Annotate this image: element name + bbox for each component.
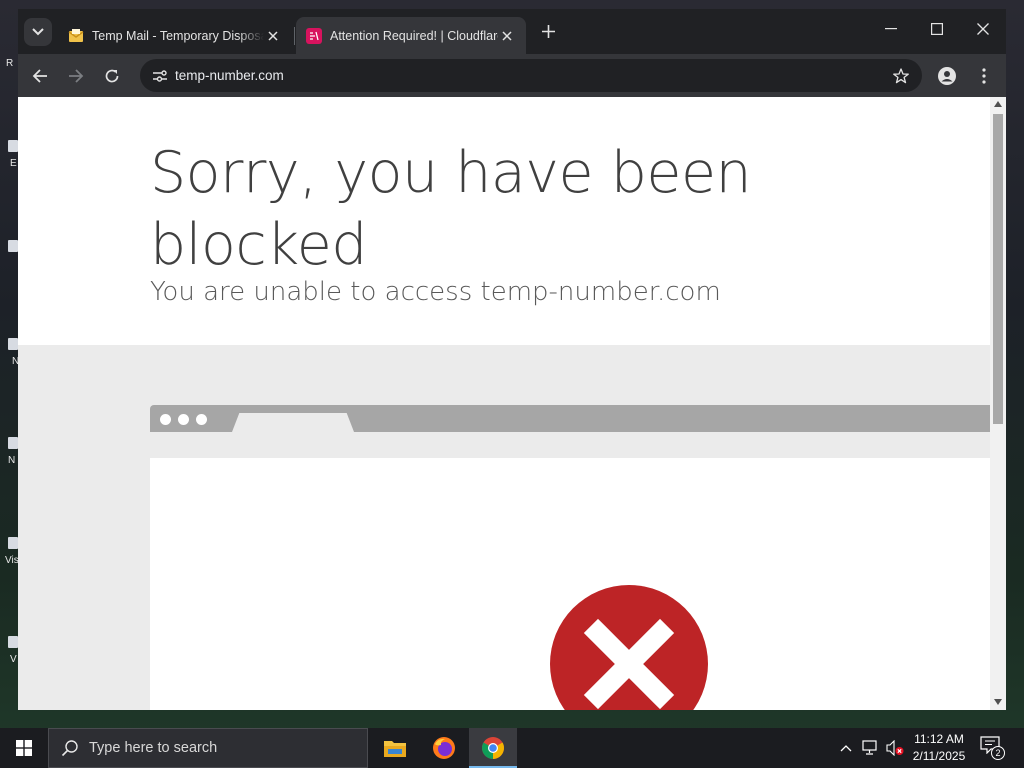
back-button[interactable] bbox=[25, 61, 55, 91]
chrome-button[interactable] bbox=[469, 728, 517, 768]
desktop-icon-label[interactable]: V bbox=[10, 654, 17, 665]
volume-muted-icon bbox=[886, 740, 904, 756]
bookmark-button[interactable] bbox=[890, 65, 912, 87]
menu-button[interactable] bbox=[969, 61, 999, 91]
url-text[interactable]: temp-number.com bbox=[175, 68, 284, 83]
tab-search-button[interactable] bbox=[24, 18, 52, 46]
chevron-up-icon bbox=[840, 745, 852, 752]
tab-strip: Temp Mail - Temporary Disposable Email A… bbox=[18, 9, 1006, 54]
notification-center-button[interactable]: 2 bbox=[980, 736, 1006, 760]
page-title-line: blocked bbox=[150, 212, 367, 278]
desktop-icon[interactable] bbox=[8, 537, 18, 549]
scroll-down-arrow[interactable] bbox=[993, 697, 1003, 707]
kebab-menu-icon bbox=[982, 68, 986, 84]
illustration-tab bbox=[232, 413, 354, 432]
chrome-icon bbox=[482, 737, 504, 759]
illustration-dot bbox=[178, 414, 189, 425]
file-explorer-button[interactable] bbox=[371, 728, 419, 768]
browser-window: Temp Mail - Temporary Disposable Email A… bbox=[18, 9, 1006, 710]
illustration-dot bbox=[196, 414, 207, 425]
desktop-icon[interactable] bbox=[8, 240, 18, 252]
tab-separator bbox=[294, 27, 295, 45]
close-icon bbox=[268, 30, 278, 41]
clock-date: 2/11/2025 bbox=[912, 749, 966, 763]
desktop-icon-label[interactable]: R bbox=[6, 58, 13, 69]
page-title: Sorry, you have been blocked bbox=[150, 137, 770, 281]
arrow-left-icon bbox=[32, 69, 47, 83]
desktop-icon[interactable] bbox=[8, 140, 18, 152]
page-title-line: Sorry, you have been bbox=[150, 140, 752, 206]
illustration-dot bbox=[160, 414, 171, 425]
scrollbar-thumb[interactable] bbox=[993, 114, 1003, 424]
desktop-icon[interactable] bbox=[8, 636, 18, 648]
envelope-icon bbox=[68, 28, 84, 42]
taskbar: Type here to search 11:12 AM 2/11/2025 2 bbox=[0, 728, 1024, 768]
windows-logo-icon bbox=[16, 740, 32, 756]
new-tab-button[interactable] bbox=[536, 19, 560, 43]
browser-illustration-bar bbox=[150, 405, 990, 432]
network-icon bbox=[862, 740, 877, 755]
browser-toolbar: temp-number.com bbox=[18, 54, 1006, 97]
tab-temp-mail[interactable]: Temp Mail - Temporary Disposable Email bbox=[58, 17, 292, 54]
minimize-button[interactable] bbox=[868, 9, 914, 49]
tab-title: Temp Mail - Temporary Disposable Email bbox=[92, 28, 264, 43]
volume-tray-button[interactable] bbox=[885, 738, 905, 758]
star-icon bbox=[893, 68, 909, 84]
tab-close-button[interactable] bbox=[264, 27, 282, 45]
vertical-scrollbar[interactable] bbox=[990, 97, 1006, 710]
close-window-button[interactable] bbox=[960, 9, 1006, 49]
firefox-button[interactable] bbox=[420, 728, 468, 768]
page-content: Sorry, you have been blocked You are una… bbox=[18, 97, 1006, 710]
notification-count-badge: 2 bbox=[991, 746, 1005, 760]
address-bar[interactable]: temp-number.com bbox=[140, 59, 922, 92]
taskbar-search-box[interactable]: Type here to search bbox=[48, 728, 368, 768]
scroll-up-arrow[interactable] bbox=[993, 99, 1003, 109]
forward-button[interactable] bbox=[61, 61, 91, 91]
chevron-down-icon bbox=[32, 28, 44, 36]
desktop-icon-label[interactable]: N bbox=[8, 455, 15, 466]
start-button[interactable] bbox=[0, 728, 48, 768]
page-subtitle: You are unable to access temp-number.com bbox=[150, 277, 721, 307]
reload-button[interactable] bbox=[97, 61, 127, 91]
folder-icon bbox=[384, 741, 406, 757]
triangle-up-icon bbox=[994, 101, 1002, 107]
error-circle bbox=[550, 585, 708, 710]
reload-icon bbox=[105, 69, 119, 83]
tune-icon bbox=[153, 70, 167, 82]
arrow-right-icon bbox=[69, 69, 84, 83]
profile-button[interactable] bbox=[932, 61, 962, 91]
tab-title: Attention Required! | Cloudflare bbox=[330, 28, 498, 43]
desktop-icon-label[interactable]: Vis bbox=[5, 555, 19, 566]
cloudflare-warning-icon bbox=[306, 27, 322, 44]
clock-time: 11:12 AM bbox=[914, 732, 964, 746]
firefox-icon bbox=[433, 737, 455, 759]
plus-icon bbox=[541, 24, 555, 38]
profile-icon bbox=[938, 67, 956, 85]
maximize-icon bbox=[931, 23, 943, 35]
search-placeholder[interactable]: Type here to search bbox=[89, 740, 217, 756]
maximize-button[interactable] bbox=[914, 9, 960, 49]
browser-illustration-body bbox=[150, 458, 990, 710]
triangle-down-icon bbox=[994, 699, 1002, 705]
taskbar-clock[interactable]: 11:12 AM 2/11/2025 bbox=[906, 731, 972, 765]
tab-close-button[interactable] bbox=[498, 27, 516, 45]
close-icon bbox=[502, 30, 512, 41]
minimize-icon bbox=[885, 28, 897, 30]
network-tray-button[interactable] bbox=[861, 738, 881, 758]
site-info-button[interactable] bbox=[148, 64, 172, 88]
tab-cloudflare[interactable]: Attention Required! | Cloudflare bbox=[296, 17, 526, 54]
desktop-icon[interactable] bbox=[8, 338, 18, 350]
desktop-icon[interactable] bbox=[8, 437, 18, 449]
search-icon bbox=[61, 740, 78, 757]
show-hidden-icons-button[interactable] bbox=[836, 738, 856, 758]
close-icon bbox=[977, 23, 989, 35]
block-header: Sorry, you have been blocked You are una… bbox=[18, 97, 990, 345]
desktop-icon-label[interactable]: E bbox=[10, 158, 17, 169]
error-x-icon bbox=[583, 618, 675, 710]
desktop-icons-strip: R E N N Vis V bbox=[0, 0, 19, 728]
